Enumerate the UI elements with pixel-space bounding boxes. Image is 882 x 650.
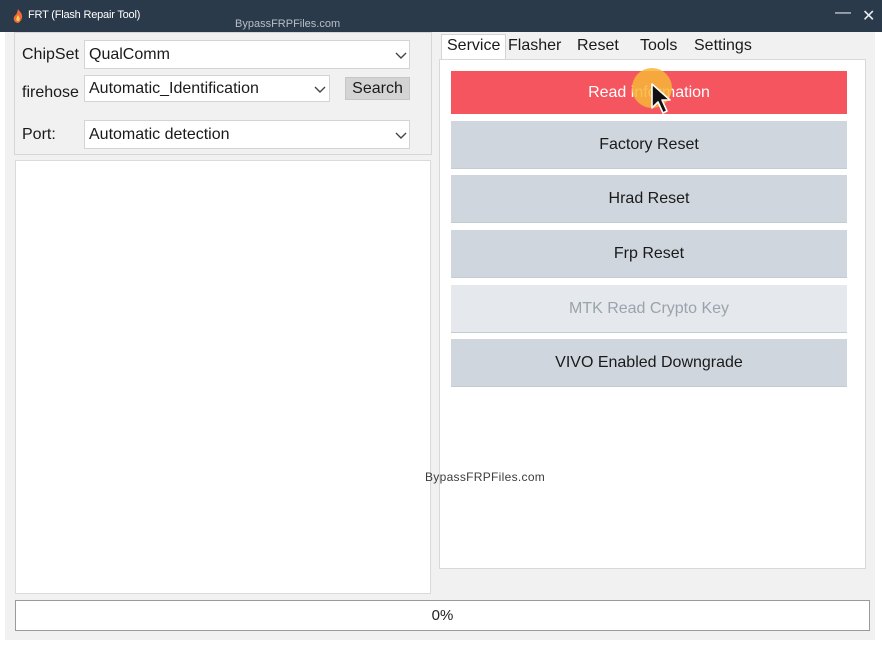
firehose-select[interactable]: Automatic_Identification <box>84 75 330 102</box>
watermark-top: BypassFRPFiles.com <box>235 18 341 30</box>
log-output-pane[interactable] <box>15 160 431 594</box>
chipset-select[interactable]: QualComm <box>84 40 410 69</box>
tab-reset[interactable]: Reset <box>577 35 619 59</box>
chevron-down-icon <box>314 86 326 93</box>
mtk-read-crypto-key-button[interactable]: MTK Read Crypto Key <box>451 285 847 333</box>
port-label: Port: <box>22 126 56 143</box>
progress-text: 0% <box>431 607 454 624</box>
window-title: FRT (Flash Repair Tool) <box>28 9 141 21</box>
tab-tools[interactable]: Tools <box>640 35 677 59</box>
frp-reset-button[interactable]: Frp Reset <box>451 230 847 278</box>
port-value: Automatic detection <box>89 126 230 143</box>
firehose-value: Automatic_Identification <box>89 80 259 97</box>
search-button[interactable]: Search <box>345 77 410 100</box>
vivo-enabled-downgrade-button[interactable]: VIVO Enabled Downgrade <box>451 339 847 387</box>
hard-reset-button[interactable]: Hrad Reset <box>451 175 847 223</box>
firehose-label: firehose <box>22 84 79 101</box>
watermark-center: BypassFRPFiles.com <box>425 470 546 484</box>
chevron-down-icon <box>395 132 407 139</box>
mouse-pointer-icon <box>651 83 671 114</box>
title-bar: FRT (Flash Repair Tool) BypassFRPFiles.c… <box>0 0 882 32</box>
tab-settings[interactable]: Settings <box>694 35 752 59</box>
port-select[interactable]: Automatic detection <box>84 120 410 149</box>
tab-bar: Service Flasher Reset Tools Settings <box>437 32 867 60</box>
chipset-value: QualComm <box>89 46 170 63</box>
tab-flasher[interactable]: Flasher <box>508 35 561 59</box>
factory-reset-button[interactable]: Factory Reset <box>451 121 847 169</box>
minimize-button[interactable]: — <box>835 4 851 22</box>
progress-bar: 0% <box>15 600 870 631</box>
chipset-label: ChipSet <box>22 46 79 63</box>
close-button[interactable]: ✕ <box>862 6 875 26</box>
app-flame-icon <box>13 9 23 23</box>
tab-service[interactable]: Service <box>441 34 507 60</box>
chevron-down-icon <box>395 52 407 59</box>
